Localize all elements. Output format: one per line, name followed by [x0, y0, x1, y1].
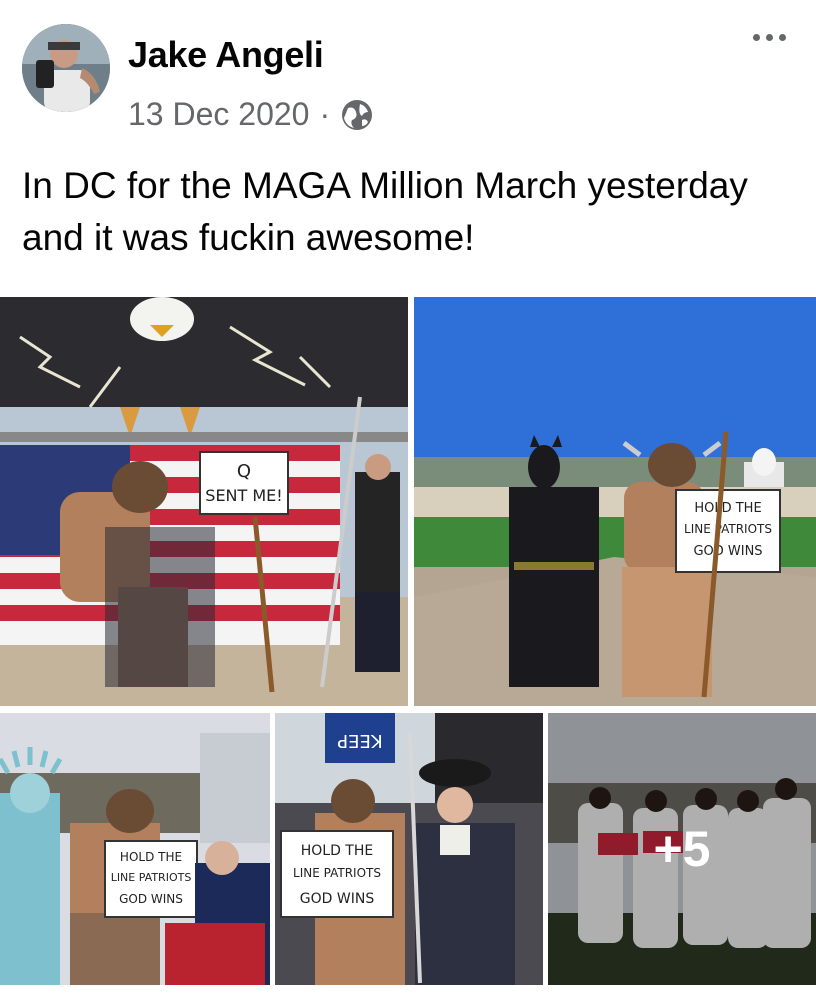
photo-2-sign-line3: GOD WINS — [693, 544, 762, 559]
post-photo-5[interactable]: +5 — [548, 713, 816, 985]
photo-3-image: HOLD THE LINE PATRIOTS GOD WINS — [0, 713, 270, 985]
photo-1-image: Q SENT ME! — [0, 297, 408, 706]
photo-4-sign-line3: GOD WINS — [300, 891, 375, 907]
more-photos-overlay[interactable]: +5 — [548, 713, 816, 985]
more-options-icon-dot — [766, 34, 773, 41]
post-photo-3[interactable]: HOLD THE LINE PATRIOTS GOD WINS — [0, 713, 270, 985]
post-photo-1[interactable]: Q SENT ME! — [0, 297, 408, 706]
more-options-icon-dot — [753, 34, 760, 41]
photo-1-sign-line1: Q — [237, 461, 251, 482]
more-options-icon-dot — [779, 34, 786, 41]
post-photo-4[interactable]: KEEP HOLD THE LINE PATRIOTS GOD WINS — [275, 713, 543, 985]
globe-icon[interactable] — [340, 98, 374, 132]
post-photo-2[interactable]: HOLD THE LINE PATRIOTS GOD WINS — [414, 297, 816, 706]
post-text: In DC for the MAGA Million March yesterd… — [22, 165, 748, 258]
photo-2-image: HOLD THE LINE PATRIOTS GOD WINS — [414, 297, 816, 706]
more-options-button[interactable] — [745, 26, 794, 49]
author-name[interactable]: Jake Angeli — [128, 34, 324, 76]
photo-3-sign-line2: LINE PATRIOTS — [111, 871, 192, 884]
meta-separator: · — [319, 96, 331, 132]
photo-2-sign-line1: HOLD THE — [694, 501, 761, 516]
photo-3-sign-line1: HOLD THE — [120, 850, 182, 864]
photo-4-flag-text: KEEP — [337, 730, 383, 751]
photo-1-sign-line2: SENT ME! — [205, 486, 282, 505]
post-meta: 13 Dec 2020 · — [128, 96, 374, 133]
photo-4-sign-line2: LINE PATRIOTS — [293, 866, 381, 880]
photo-4-sign-line1: HOLD THE — [301, 843, 374, 859]
author-avatar[interactable] — [22, 24, 110, 112]
photo-3-sign-line3: GOD WINS — [119, 892, 183, 906]
facebook-post: Jake Angeli 13 Dec 2020 · In DC for the … — [0, 0, 816, 1000]
photo-2-sign-line2: LINE PATRIOTS — [684, 522, 772, 536]
photo-4-image: KEEP HOLD THE LINE PATRIOTS GOD WINS — [275, 713, 543, 985]
post-date[interactable]: 13 Dec 2020 — [128, 96, 309, 133]
avatar-image — [22, 24, 110, 112]
